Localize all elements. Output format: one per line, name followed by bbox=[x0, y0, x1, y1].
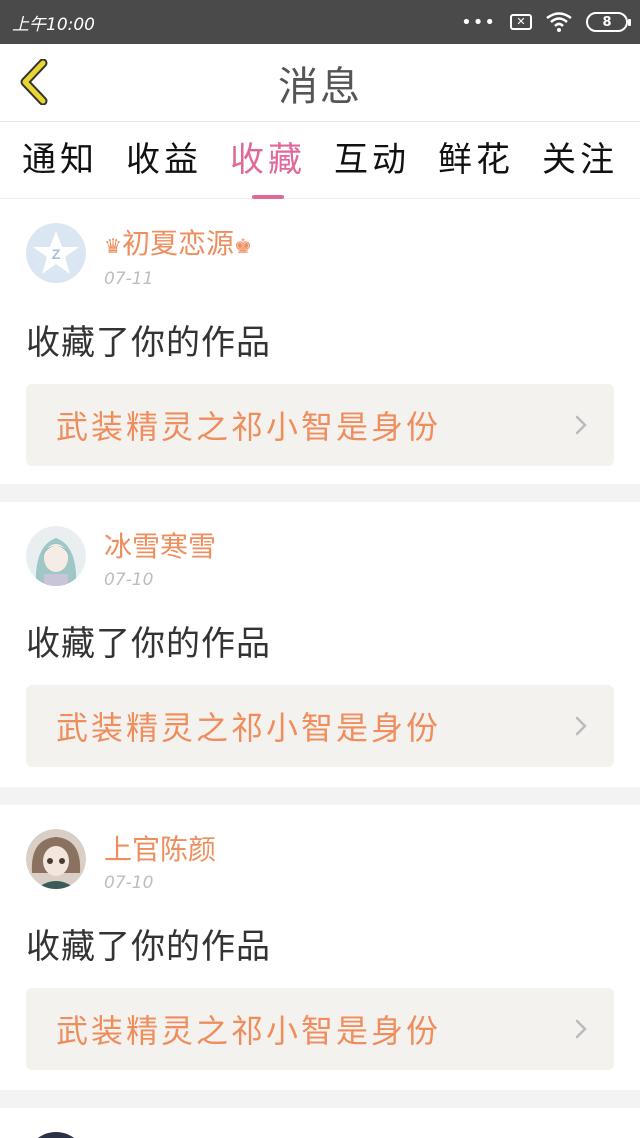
work-title: 武装精灵之祁小智是身份 bbox=[56, 709, 442, 747]
message-list: Z ♛初夏恋源♚ 07-11 收藏了你的作品 武装精灵之祁小智是身份 冰雪寒雪 … bbox=[0, 199, 640, 1138]
user-info: 上官陈颜 07-10 bbox=[104, 829, 216, 893]
user-row: Z ♛初夏恋源♚ 07-11 bbox=[26, 223, 614, 289]
status-time: 上午10:00 bbox=[12, 14, 95, 35]
chevron-right-icon bbox=[575, 716, 587, 736]
avatar[interactable] bbox=[26, 829, 86, 889]
tab-earnings[interactable]: 收益 bbox=[126, 132, 202, 189]
avatar[interactable] bbox=[26, 526, 86, 586]
avatar[interactable]: Z bbox=[26, 223, 86, 283]
tab-flowers[interactable]: 鲜花 bbox=[438, 132, 514, 189]
page-title: 消息 bbox=[278, 63, 362, 110]
tab-interactions[interactable]: 互动 bbox=[334, 132, 410, 189]
message-card: 冰雪寒雪 07-10 收藏了你的作品 武装精灵之祁小智是身份 bbox=[0, 502, 640, 787]
message-date: 07-11 bbox=[104, 269, 154, 289]
work-link[interactable]: 武装精灵之祁小智是身份 bbox=[26, 988, 614, 1070]
username[interactable]: 上官陈颜 bbox=[104, 831, 216, 869]
message-card: Z ♛初夏恋源♚ 07-11 收藏了你的作品 武装精灵之祁小智是身份 bbox=[0, 199, 640, 484]
action-text: 收藏了你的作品 bbox=[26, 927, 271, 967]
header: 消息 bbox=[0, 44, 640, 122]
username[interactable]: ♛初夏恋源♚ bbox=[104, 225, 252, 265]
avatar[interactable] bbox=[26, 1132, 86, 1138]
no-sim-icon: ✕ bbox=[510, 14, 532, 30]
chevron-right-icon bbox=[575, 415, 587, 435]
username[interactable]: 冰雪寒雪 bbox=[104, 528, 216, 566]
back-button[interactable] bbox=[14, 59, 54, 105]
user-info: 冰雪寒雪 07-10 bbox=[104, 526, 216, 590]
message-card: 上官陈颜 07-10 收藏了你的作品 武装精灵之祁小智是身份 bbox=[0, 805, 640, 1090]
wifi-icon bbox=[546, 12, 572, 32]
message-date: 07-10 bbox=[104, 570, 154, 590]
chevron-right-icon bbox=[575, 1019, 587, 1039]
action-text: 收藏了你的作品 bbox=[26, 323, 271, 363]
battery-level: 8 bbox=[602, 14, 612, 30]
message-card-partial bbox=[0, 1108, 640, 1138]
user-row: 冰雪寒雪 07-10 bbox=[26, 526, 614, 590]
work-link[interactable]: 武装精灵之祁小智是身份 bbox=[26, 384, 614, 466]
tab-bar: 通知 收益 收藏 互动 鲜花 关注 bbox=[0, 122, 640, 199]
tab-notifications[interactable]: 通知 bbox=[22, 132, 98, 189]
svg-text:Z: Z bbox=[52, 246, 61, 262]
tab-follows[interactable]: 关注 bbox=[542, 132, 618, 189]
action-text: 收藏了你的作品 bbox=[26, 624, 271, 664]
message-date: 07-10 bbox=[104, 873, 154, 893]
tab-favorites[interactable]: 收藏 bbox=[230, 132, 306, 189]
more-dots-icon: ••• bbox=[461, 11, 496, 33]
battery-icon: 8 bbox=[586, 12, 631, 32]
crown-icon: ♚ bbox=[233, 234, 252, 258]
work-title: 武装精灵之祁小智是身份 bbox=[56, 1012, 442, 1050]
user-info: ♛初夏恋源♚ 07-11 bbox=[104, 223, 252, 289]
username-text: 初夏恋源 bbox=[121, 227, 234, 260]
status-bar: 上午10:00 ••• ✕ 8 bbox=[0, 0, 640, 44]
chevron-left-icon bbox=[20, 59, 48, 105]
work-link[interactable]: 武装精灵之祁小智是身份 bbox=[26, 685, 614, 767]
user-row: 上官陈颜 07-10 bbox=[26, 829, 614, 893]
crown-icon: ♛ bbox=[104, 234, 122, 258]
work-title: 武装精灵之祁小智是身份 bbox=[56, 408, 442, 446]
status-icons: ••• ✕ 8 bbox=[461, 11, 631, 33]
